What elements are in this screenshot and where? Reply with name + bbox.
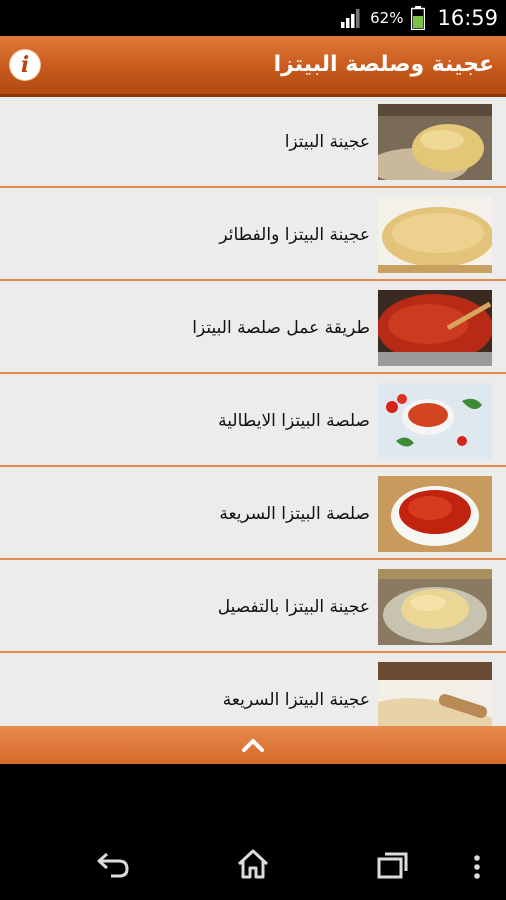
list-item-label: عجينة البيتزا بالتفصيل bbox=[217, 597, 370, 617]
sauce-pot-thumbnail bbox=[378, 290, 492, 366]
recipe-list: عجينة البيتزا عجينة البيتزا والفطائر طري… bbox=[0, 97, 506, 726]
list-item-label: عجينة البيتزا bbox=[284, 132, 370, 152]
dough-in-bowl-thumbnail bbox=[378, 569, 492, 645]
overflow-menu-icon[interactable] bbox=[472, 854, 482, 880]
dough-ball-thumbnail bbox=[378, 104, 492, 180]
list-item[interactable]: طريقة عمل صلصة البيتزا bbox=[0, 283, 506, 374]
list-item-label: عجينة البيتزا السريعة bbox=[222, 690, 370, 710]
sauce-bowl-thumbnail bbox=[378, 476, 492, 552]
chevron-up-icon[interactable] bbox=[240, 736, 266, 754]
list-item[interactable]: عجينة البيتزا bbox=[0, 97, 506, 188]
status-bar-right: 62% 16:59 bbox=[340, 0, 498, 36]
list-item[interactable]: صلصة البيتزا الايطالية bbox=[0, 376, 506, 467]
bottom-bar[interactable] bbox=[0, 726, 506, 764]
sauce-bowl-tomatoes-thumbnail bbox=[378, 383, 492, 459]
list-item[interactable]: عجينة البيتزا السريعة bbox=[0, 655, 506, 726]
row-divider bbox=[0, 279, 506, 281]
navigation-bar bbox=[0, 764, 506, 900]
app-title: عجينة وصلصة البيتزا bbox=[273, 52, 494, 77]
home-icon[interactable] bbox=[236, 848, 270, 880]
app-bar: i عجينة وصلصة البيتزا bbox=[0, 36, 506, 97]
rolling-pin-thumbnail bbox=[378, 662, 492, 726]
list-item-label: طريقة عمل صلصة البيتزا bbox=[192, 318, 370, 338]
row-divider bbox=[0, 651, 506, 653]
list-item[interactable]: عجينة البيتزا بالتفصيل bbox=[0, 562, 506, 653]
row-divider bbox=[0, 465, 506, 467]
list-item-label: عجينة البيتزا والفطائر bbox=[219, 225, 370, 245]
status-bar: 62% 16:59 bbox=[0, 0, 506, 36]
list-item-label: صلصة البيتزا السريعة bbox=[219, 504, 370, 524]
clock: 16:59 bbox=[437, 6, 498, 30]
back-icon[interactable] bbox=[95, 850, 131, 878]
signal-icon bbox=[341, 9, 360, 28]
list-item[interactable]: عجينة البيتزا والفطائر bbox=[0, 190, 506, 281]
round-dough-thumbnail bbox=[378, 197, 492, 273]
battery-percent: 62% bbox=[370, 9, 404, 27]
list-item-label: صلصة البيتزا الايطالية bbox=[218, 411, 370, 431]
row-divider bbox=[0, 372, 506, 374]
battery-icon bbox=[411, 6, 426, 30]
row-divider bbox=[0, 558, 506, 560]
info-icon[interactable]: i bbox=[10, 50, 40, 80]
row-divider bbox=[0, 186, 506, 188]
recents-icon[interactable] bbox=[376, 850, 410, 880]
list-item[interactable]: صلصة البيتزا السريعة bbox=[0, 469, 506, 560]
